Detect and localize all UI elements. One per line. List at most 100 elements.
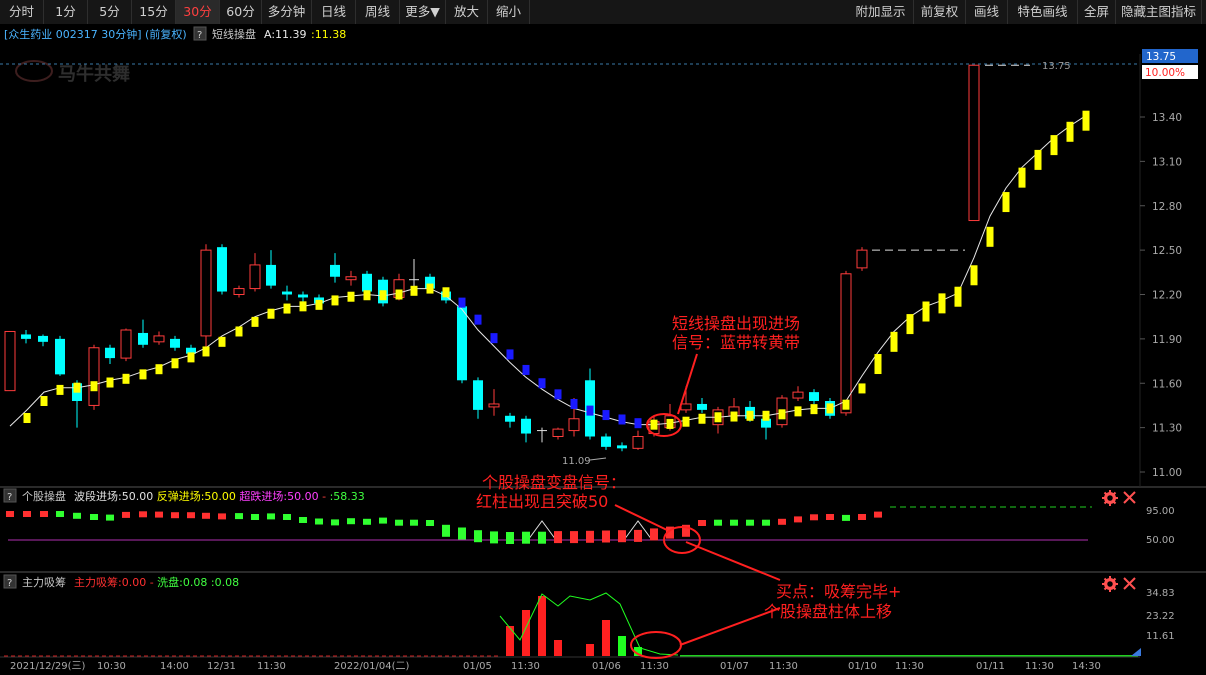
panel2-value-3: :0.08 bbox=[211, 576, 239, 589]
panel1-bar bbox=[634, 529, 642, 542]
toolbar-right-btn-0[interactable]: 附加显示 bbox=[848, 0, 914, 24]
panel1-values: 波段进场:50.00 反弹进场:50.00 超跌进场:50.00 - :58.3… bbox=[74, 489, 365, 503]
panel1-bar bbox=[826, 514, 834, 520]
panel1-bar bbox=[251, 514, 259, 520]
toolbar-right-btn-4[interactable]: 全屏 bbox=[1078, 0, 1116, 24]
x-axis-label: 01/07 bbox=[720, 661, 749, 672]
ma-band-segment bbox=[714, 412, 722, 423]
panel2-value-2: 洗盘:0.08 bbox=[157, 575, 211, 589]
panel1-bar bbox=[122, 511, 130, 518]
panel1-bar bbox=[714, 519, 722, 526]
candle-body bbox=[105, 347, 115, 359]
toolbar-btn-8[interactable]: 周线 bbox=[356, 0, 400, 24]
candle-body bbox=[170, 338, 180, 348]
annotation-panel1-line1: 个股操盘变盘信号： bbox=[482, 473, 626, 492]
toolbar-btn-9[interactable]: 更多▼ bbox=[400, 0, 446, 24]
toolbar-btn-0[interactable]: 分时 bbox=[0, 0, 44, 24]
ma-band-segment bbox=[698, 413, 706, 424]
ma-band-segment bbox=[73, 382, 81, 393]
toolbar-right-btn-5[interactable]: 隐藏主图指标 bbox=[1116, 0, 1202, 24]
candle-body bbox=[809, 392, 819, 401]
panel1-header: ? 个股操盘 波段进场:50.00 反弹进场:50.00 超跌进场:50.00 … bbox=[3, 488, 365, 503]
panel2-help-label: ? bbox=[7, 578, 12, 589]
ma-band-segment bbox=[634, 418, 642, 429]
ma-band-segment bbox=[1034, 149, 1042, 170]
panel1-help-label: ? bbox=[7, 492, 12, 503]
ma-band-segment bbox=[235, 326, 243, 337]
main-help-label: ? bbox=[197, 30, 202, 41]
ma-band-segment bbox=[922, 301, 930, 322]
candle-body bbox=[792, 391, 804, 399]
panel2-axis-top: 34.83 bbox=[1146, 588, 1175, 599]
toolbar-btn-4[interactable]: 30分 bbox=[176, 0, 220, 24]
toolbar-right-btn-1[interactable]: 前复权 bbox=[914, 0, 966, 24]
candle-body bbox=[249, 264, 261, 290]
annotation-main-line2: 信号：蓝带转黄带 bbox=[672, 333, 800, 352]
ma-band-segment bbox=[474, 314, 482, 325]
toolbar-btn-3[interactable]: 15分 bbox=[132, 0, 176, 24]
panel1-bar bbox=[315, 518, 323, 525]
main-header: [众生药业 002317 30分钟] (前复权) ? 短线操盘 A:11.39 … bbox=[4, 26, 346, 41]
ma-band-segment bbox=[1002, 192, 1010, 213]
ma-band-segment bbox=[890, 331, 898, 352]
toolbar-btn-1[interactable]: 1分 bbox=[44, 0, 88, 24]
candle-body bbox=[298, 294, 308, 298]
panel1-bar bbox=[426, 520, 434, 526]
annotation-main-line1: 短线操盘出现进场 bbox=[672, 314, 800, 333]
ma-band-segment bbox=[187, 352, 195, 363]
ma-band-segment bbox=[826, 403, 834, 414]
ma-band-segment bbox=[218, 336, 226, 347]
panel1-bar bbox=[794, 516, 802, 523]
stock-title: [众生药业 002317 30分钟] (前复权) bbox=[4, 27, 187, 41]
ma-band-segment bbox=[986, 226, 994, 247]
panel1-bar bbox=[698, 520, 706, 526]
panel1-name: 个股操盘 bbox=[22, 489, 66, 503]
candle-body bbox=[488, 403, 500, 408]
toolbar-right-btn-2[interactable]: 画线 bbox=[966, 0, 1008, 24]
ma-band-segment bbox=[347, 291, 355, 302]
ma-band-segment bbox=[299, 301, 307, 312]
ma-band-segment bbox=[283, 303, 291, 314]
ma-band-segment bbox=[570, 398, 578, 409]
toolbar-btn-5[interactable]: 60分 bbox=[220, 0, 262, 24]
panel1-bar bbox=[218, 513, 226, 520]
price-axis-label: 13.10 bbox=[1152, 156, 1182, 168]
x-axis-label: 11:30 bbox=[257, 661, 286, 672]
main-b-value: :11.38 bbox=[311, 28, 346, 41]
price-axis-label: 11.60 bbox=[1152, 378, 1182, 390]
panel1-bar bbox=[810, 514, 818, 521]
x-axis-label: 11:30 bbox=[640, 661, 669, 672]
ma-band-segment bbox=[906, 314, 914, 335]
toolbar-btn-6[interactable]: 多分钟 bbox=[262, 0, 312, 24]
annotation-panel2-line1: 买点：吸筹完毕+ bbox=[776, 582, 901, 601]
ma-band-segment bbox=[395, 289, 403, 300]
ma-band-segment bbox=[363, 290, 371, 301]
panel1-bar bbox=[586, 530, 594, 543]
price-axis-label: 13.40 bbox=[1152, 112, 1182, 124]
ma-band-segment bbox=[40, 396, 48, 406]
panel1-bar bbox=[842, 514, 850, 521]
candle-body bbox=[88, 347, 100, 406]
panel1-axis-50: 50.00 bbox=[1146, 535, 1175, 546]
toolbar-btn-2[interactable]: 5分 bbox=[88, 0, 132, 24]
toolbar-btn-7[interactable]: 日线 bbox=[312, 0, 356, 24]
ma-band-segment bbox=[682, 416, 690, 427]
toolbar-btn-11[interactable]: 缩小 bbox=[488, 0, 530, 24]
ma-band-segment bbox=[970, 265, 978, 286]
ma-band-segment bbox=[746, 410, 754, 421]
candle-body bbox=[200, 249, 212, 337]
panel1-bar bbox=[363, 518, 371, 525]
ma-band-segment bbox=[1066, 121, 1074, 142]
ma-band-segment bbox=[56, 384, 64, 395]
panel1-bar bbox=[490, 531, 498, 544]
panel1-bar bbox=[554, 531, 562, 544]
toolbar-btn-10[interactable]: 放大 bbox=[446, 0, 488, 24]
low-label: 11.09 bbox=[562, 456, 591, 467]
candle-body bbox=[153, 335, 165, 343]
panel2-header: ? 主力吸筹 主力吸筹:0.00 - 洗盘:0.08 :0.08 bbox=[3, 574, 239, 589]
annotation-panel1-line2: 红柱出现且突破50 bbox=[476, 492, 608, 511]
panel1-bar bbox=[474, 530, 482, 543]
panel1-bar bbox=[155, 511, 163, 518]
panel1-bar bbox=[202, 512, 210, 519]
toolbar-right-btn-3[interactable]: 特色画线 bbox=[1008, 0, 1078, 24]
